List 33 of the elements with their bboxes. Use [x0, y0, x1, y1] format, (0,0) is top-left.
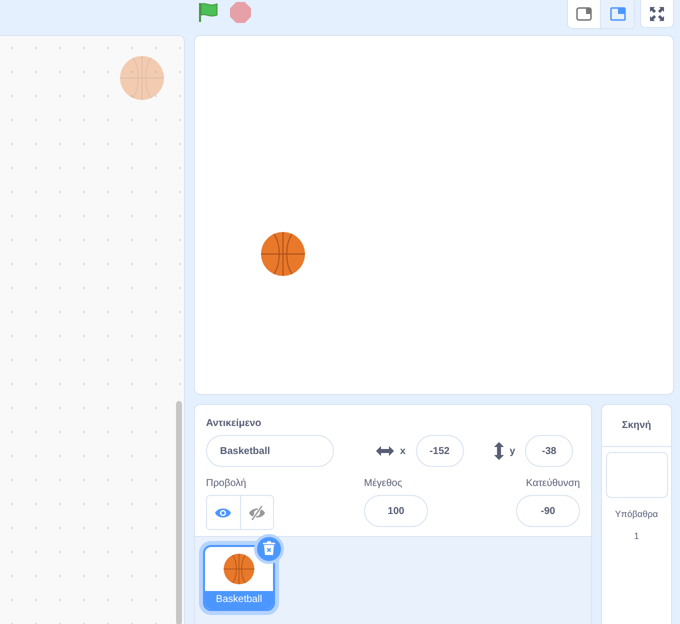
- direction-label: Κατεύθυνση: [526, 478, 580, 490]
- stage-title: Σκηνή: [602, 405, 671, 447]
- size-label: Μέγεθος: [364, 478, 402, 490]
- flag-icon[interactable]: [197, 1, 219, 23]
- show-button[interactable]: [207, 496, 240, 529]
- horizontal-arrow-icon: [376, 446, 394, 456]
- basketball-icon: [260, 231, 306, 277]
- backdrops-label: Υπόβαθρα: [615, 509, 658, 520]
- sprite-name-field[interactable]: Basketball: [206, 435, 334, 467]
- backdrop-thumbnail[interactable]: [606, 452, 668, 498]
- vertical-arrow-icon: [494, 442, 504, 460]
- show-label: Προβολή: [206, 478, 248, 490]
- scrollbar[interactable]: [176, 401, 182, 624]
- sprite-name: Basketball: [205, 591, 273, 609]
- fullscreen-icon: [650, 6, 664, 20]
- direction-field[interactable]: -90: [516, 495, 580, 527]
- size-field[interactable]: 100: [364, 495, 428, 527]
- delete-icon[interactable]: [254, 534, 284, 564]
- large-stage-icon: [610, 7, 626, 21]
- sprite-label: Αντικείμενο: [206, 418, 262, 430]
- basketball-icon: [119, 55, 165, 101]
- x-label: x: [400, 446, 406, 456]
- large-stage-button[interactable]: [601, 0, 634, 28]
- y-field[interactable]: -38: [525, 435, 574, 467]
- basketball-icon: [223, 553, 255, 585]
- small-stage-icon: [576, 7, 592, 21]
- eye-icon: [215, 506, 232, 518]
- backdrops-count: 1: [634, 531, 639, 542]
- stop-icon[interactable]: [230, 2, 251, 22]
- x-field[interactable]: -152: [416, 435, 464, 467]
- fullscreen-button[interactable]: [640, 0, 674, 28]
- crossed-eye-icon: [248, 506, 265, 520]
- y-label: y: [510, 446, 516, 456]
